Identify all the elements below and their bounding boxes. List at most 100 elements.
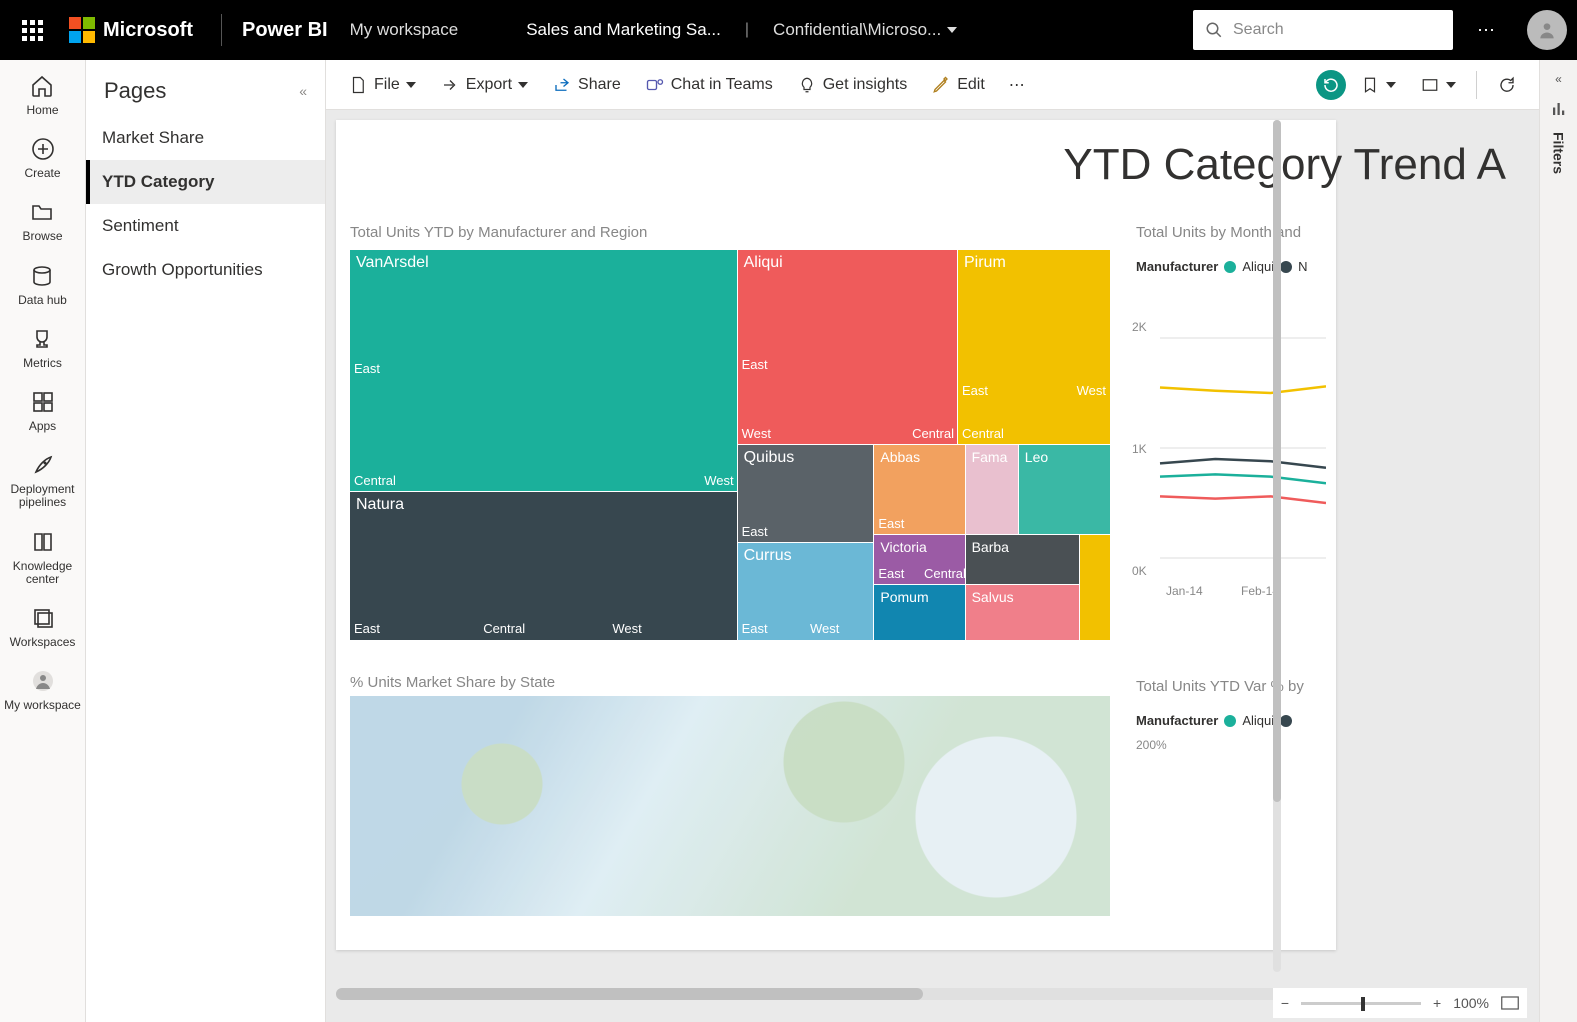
treemap-cell[interactable]: VictoriaEastCentral <box>874 535 965 586</box>
legend-dot-aliqui <box>1224 715 1236 727</box>
edit-button[interactable]: Edit <box>921 69 995 101</box>
treemap-cell[interactable]: CurrusEastWest <box>738 543 875 641</box>
treemap-cell[interactable]: Barba <box>966 535 1080 586</box>
treemap-cell[interactable]: NaturaEastCentralWest <box>350 492 738 640</box>
collapse-pane-icon[interactable]: « <box>299 83 307 99</box>
map-title: % Units Market Share by State <box>350 674 555 691</box>
teams-button[interactable]: Chat in Teams <box>635 69 783 101</box>
person-icon <box>1537 20 1557 40</box>
teams-icon <box>645 75 665 95</box>
zoom-percent: 100% <box>1453 995 1489 1011</box>
share-button[interactable]: Share <box>542 69 631 101</box>
varchart-block[interactable]: Total Units YTD Var % by Manufacturer Al… <box>1136 678 1316 752</box>
more-options-icon[interactable]: ⋯ <box>1477 20 1497 41</box>
view-menu[interactable] <box>1410 69 1466 101</box>
chevron-down-icon <box>1386 82 1396 88</box>
toolbar-overflow[interactable]: ⋯ <box>999 69 1035 101</box>
xtick-jan: Jan-14 <box>1166 584 1203 598</box>
treemap-cell[interactable]: Pomum <box>874 585 965 640</box>
file-menu[interactable]: File <box>338 69 426 101</box>
file-label: File <box>374 76 400 94</box>
canvas-viewport[interactable]: YTD Category Trend A Total Units YTD by … <box>326 110 1539 1022</box>
treemap-cell[interactable]: Salvus <box>966 585 1080 640</box>
treemap-cell[interactable]: PirumEastWestCentral <box>958 250 1110 445</box>
linechart-legend: Manufacturer Aliqui N <box>1136 259 1316 274</box>
workspace-breadcrumb[interactable]: My workspace <box>350 20 459 40</box>
reset-icon <box>1322 76 1340 94</box>
nav-datahub[interactable]: Data hub <box>18 262 67 307</box>
chevron-down-icon <box>947 27 957 33</box>
legend-dot-n <box>1280 261 1292 273</box>
page-tab-growth[interactable]: Growth Opportunities <box>86 248 325 292</box>
page-tab-ytd-category[interactable]: YTD Category <box>86 160 325 204</box>
slider-handle[interactable] <box>1361 997 1365 1011</box>
microsoft-logo-icon <box>69 17 95 43</box>
scrollbar-thumb[interactable] <box>336 988 923 1000</box>
expand-filters-icon[interactable]: « <box>1555 72 1562 86</box>
treemap-title: Total Units YTD by Manufacturer and Regi… <box>350 224 647 241</box>
nav-workspaces[interactable]: Workspaces <box>10 604 76 649</box>
zoom-out-button[interactable]: − <box>1281 995 1289 1011</box>
bookmark-menu[interactable] <box>1350 69 1406 101</box>
main-area: File Export Share Chat in Teams Get insi… <box>326 60 1539 1022</box>
page-icon <box>348 75 368 95</box>
legend-label: Manufacturer <box>1136 259 1218 274</box>
treemap-visual[interactable]: VanArsdelEastCentralWestNaturaEastCentra… <box>350 250 1110 640</box>
linechart-visual[interactable]: 2K 1K 0K Jan-14 Feb-14 <box>1136 292 1326 582</box>
microsoft-logo: Microsoft <box>69 17 193 43</box>
legend-series1: Aliqui <box>1242 259 1274 274</box>
plus-circle-icon <box>29 135 57 163</box>
scrollbar-thumb[interactable] <box>1273 120 1281 802</box>
treemap-cell[interactable]: AbbasEast <box>874 445 965 535</box>
ytick-1k: 1K <box>1132 442 1147 456</box>
nav-knowledge[interactable]: Knowledge center <box>0 528 85 586</box>
zoom-in-button[interactable]: + <box>1433 995 1441 1011</box>
user-avatar[interactable] <box>1527 10 1567 50</box>
reset-button[interactable] <box>1316 70 1346 100</box>
rocket-icon <box>29 451 57 479</box>
nav-label: Knowledge center <box>0 560 85 586</box>
nav-metrics[interactable]: Metrics <box>23 325 62 370</box>
treemap-cell[interactable]: AliquiEastWestCentral <box>738 250 958 445</box>
map-visual[interactable] <box>350 696 1110 916</box>
separator: | <box>745 21 749 39</box>
fit-to-page-icon[interactable] <box>1501 996 1519 1010</box>
insights-button[interactable]: Get insights <box>787 69 917 101</box>
nav-home[interactable]: Home <box>26 72 58 117</box>
nav-create[interactable]: Create <box>24 135 60 180</box>
linechart-block[interactable]: Total Units by Month and Manufacturer Al… <box>1136 224 1316 582</box>
product-name[interactable]: Power BI <box>242 19 328 42</box>
treemap-cell[interactable] <box>1080 535 1110 640</box>
lightbulb-icon <box>797 75 817 95</box>
chevron-down-icon <box>1446 82 1456 88</box>
report-title-header[interactable]: Sales and Marketing Sa... <box>526 20 721 40</box>
vertical-scrollbar[interactable] <box>1273 120 1281 972</box>
report-canvas[interactable]: YTD Category Trend A Total Units YTD by … <box>336 120 1336 950</box>
search-placeholder: Search <box>1233 21 1284 39</box>
export-menu[interactable]: Export <box>430 69 538 101</box>
nav-label: Browse <box>22 230 62 243</box>
zoom-slider[interactable] <box>1301 1002 1421 1005</box>
chart-icon <box>1550 100 1568 118</box>
search-input[interactable]: Search <box>1193 10 1453 50</box>
nav-deployment[interactable]: Deployment pipelines <box>0 451 85 509</box>
sensitivity-label[interactable]: Confidential\Microso... <box>773 20 957 40</box>
legend-dot-n <box>1280 715 1292 727</box>
page-tab-sentiment[interactable]: Sentiment <box>86 204 325 248</box>
linechart-title: Total Units by Month and <box>1136 224 1316 241</box>
nav-apps[interactable]: Apps <box>29 388 57 433</box>
refresh-button[interactable] <box>1487 69 1527 101</box>
app-launcher-icon[interactable] <box>22 20 43 41</box>
treemap-cell[interactable]: VanArsdelEastCentralWest <box>350 250 738 492</box>
nav-myworkspace[interactable]: My workspace <box>4 667 81 712</box>
treemap-cell[interactable]: QuibusEast <box>738 445 875 543</box>
nav-label: Metrics <box>23 357 62 370</box>
filters-pane-collapsed[interactable]: « Filters <box>1539 60 1577 1022</box>
nav-label: My workspace <box>4 699 81 712</box>
treemap-cell[interactable]: Leo <box>1019 445 1110 535</box>
separator <box>1476 71 1477 99</box>
nav-browse[interactable]: Browse <box>22 198 62 243</box>
legend-series1: Aliqui <box>1242 713 1274 728</box>
page-tab-market-share[interactable]: Market Share <box>86 116 325 160</box>
treemap-cell[interactable]: Fama <box>966 445 1019 535</box>
